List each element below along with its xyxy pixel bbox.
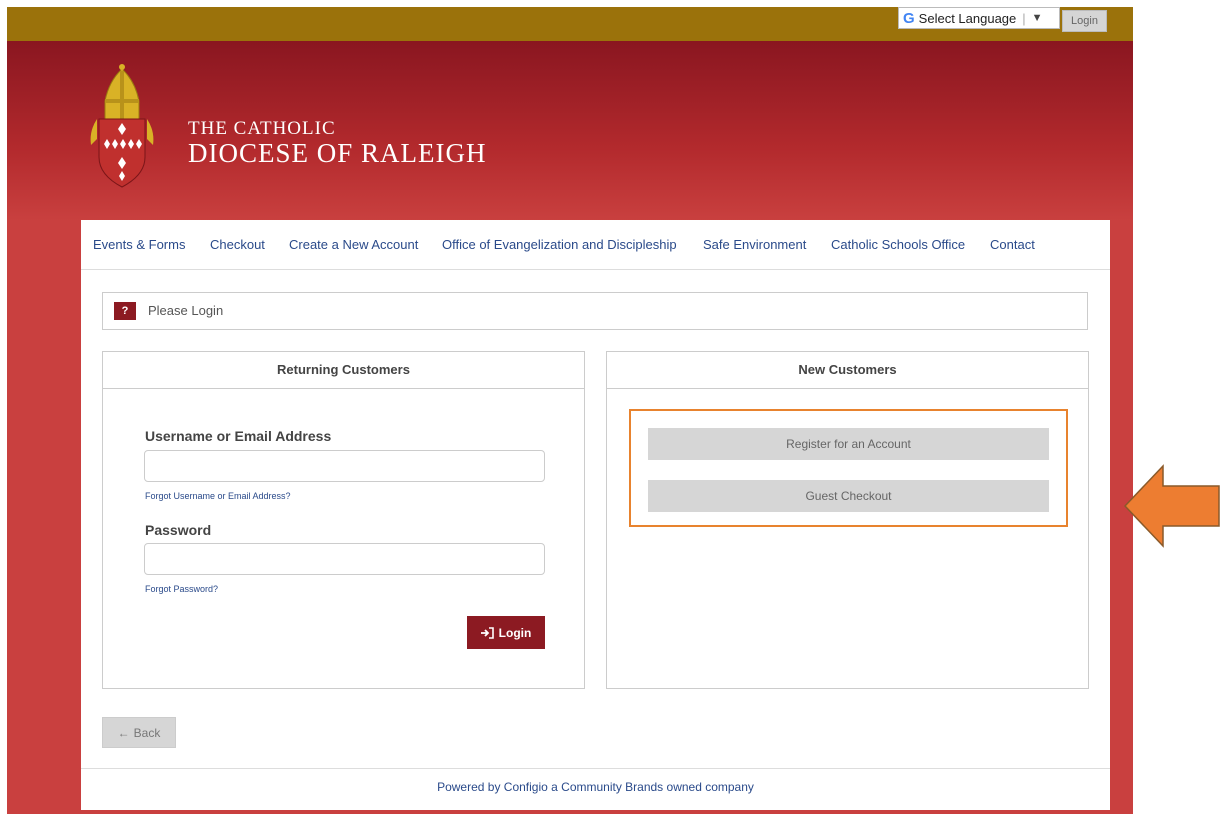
password-label: Password <box>145 522 212 538</box>
language-label: Select Language <box>918 10 1017 26</box>
help-badge-icon: ? <box>114 302 136 320</box>
diocese-crest-icon[interactable] <box>87 61 157 191</box>
forgot-username-link[interactable]: Forgot Username or Email Address? <box>145 491 291 501</box>
back-button-label: Back <box>133 725 161 740</box>
login-notice: ? Please Login <box>102 292 1088 330</box>
arrow-left-icon: ← <box>117 725 130 740</box>
top-login-button[interactable]: Login <box>1062 10 1107 32</box>
nav-events-forms[interactable]: Events & Forms <box>93 237 185 252</box>
notice-text: Please Login <box>148 303 224 318</box>
highlight-box: Register for an Account Guest Checkout <box>629 409 1068 527</box>
guest-checkout-button[interactable]: Guest Checkout <box>648 480 1049 512</box>
login-button[interactable]: Login <box>467 616 545 649</box>
forgot-password-link[interactable]: Forgot Password? <box>145 584 218 594</box>
nav-checkout[interactable]: Checkout <box>210 237 265 252</box>
password-input[interactable] <box>144 543 545 575</box>
language-selector[interactable]: G Select Language | ▼ <box>898 7 1060 29</box>
new-customers-title: New Customers <box>607 352 1088 389</box>
main-nav: Events & Forms Checkout Create a New Acc… <box>81 220 1110 270</box>
nav-catholic-schools[interactable]: Catholic Schools Office <box>831 237 965 252</box>
new-customers-panel: New Customers Register for an Account Gu… <box>606 351 1089 689</box>
google-g-icon: G <box>903 9 915 27</box>
chevron-down-icon: ▼ <box>1031 12 1043 24</box>
username-label: Username or Email Address <box>145 428 332 444</box>
annotation-arrow-icon <box>1123 464 1220 548</box>
login-button-label: Login <box>498 625 532 640</box>
nav-evangelization[interactable]: Office of Evangelization and Discipleshi… <box>442 237 677 252</box>
nav-safe-environment[interactable]: Safe Environment <box>703 237 806 252</box>
username-input[interactable] <box>144 450 545 482</box>
site-frame: G Select Language | ▼ Login THE CATHOLIC… <box>7 7 1133 814</box>
register-account-button[interactable]: Register for an Account <box>648 428 1049 460</box>
returning-customers-title: Returning Customers <box>103 352 584 389</box>
site-header: THE CATHOLIC DIOCESE OF RALEIGH <box>7 41 1133 221</box>
brand-line-1: THE CATHOLIC <box>188 118 336 139</box>
returning-customers-panel: Returning Customers Username or Email Ad… <box>102 351 585 689</box>
sign-in-icon <box>480 626 494 639</box>
nav-create-account[interactable]: Create a New Account <box>289 237 418 252</box>
brand-line-2: DIOCESE OF RALEIGH <box>188 138 487 168</box>
site-footer[interactable]: Powered by Configio a Community Brands o… <box>81 768 1110 805</box>
main-content: Events & Forms Checkout Create a New Acc… <box>81 220 1110 810</box>
back-button[interactable]: ← Back <box>102 717 176 748</box>
language-divider: | <box>1022 10 1026 26</box>
top-bar: G Select Language | ▼ Login <box>7 7 1133 41</box>
nav-contact[interactable]: Contact <box>990 237 1035 252</box>
